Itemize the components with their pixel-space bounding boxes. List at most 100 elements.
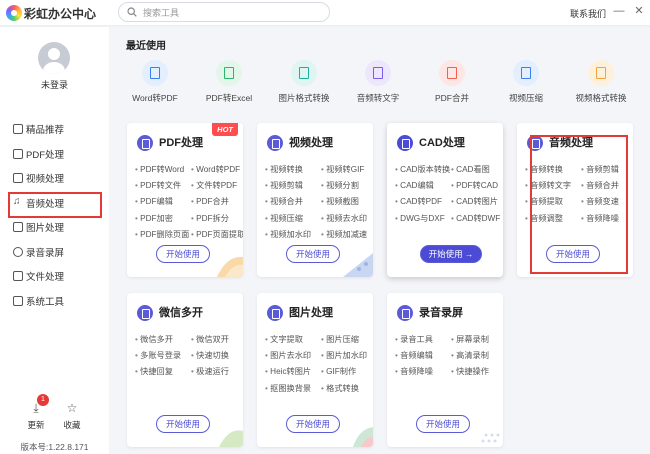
feature-item[interactable]: 视频加减速 xyxy=(321,228,373,240)
feature-item[interactable]: 视频压缩 xyxy=(265,212,321,224)
feature-item[interactable]: 视频转换 xyxy=(265,163,321,175)
feature-item[interactable]: 视频分割 xyxy=(321,179,373,191)
avatar[interactable] xyxy=(38,42,70,74)
start-button[interactable]: 开始使用 xyxy=(286,245,340,263)
card-image[interactable]: 图片处理 文字提取 图片压缩 图片去水印 图片加水印 Heic转图片 GIF制作… xyxy=(257,293,373,447)
start-button[interactable]: 开始使用 xyxy=(286,415,340,433)
feature-item[interactable]: PDF拆分 xyxy=(191,212,243,224)
feature-item[interactable]: 音频降噪 xyxy=(581,212,633,224)
feature-item[interactable]: 视频加水印 xyxy=(265,228,321,240)
feature-item[interactable]: CAD转DWF xyxy=(451,212,503,224)
feature-item[interactable]: Heic转图片 xyxy=(265,365,321,377)
recent-tool-pdf-merge[interactable]: PDF合并 xyxy=(415,60,489,104)
feature-item[interactable]: 音频调整 xyxy=(525,212,581,224)
recent-tool-video-convert[interactable]: 视频格式转换 xyxy=(564,60,638,104)
feature-item[interactable]: CAD转PDF xyxy=(395,195,451,207)
feature-item[interactable]: 图片加水印 xyxy=(321,349,373,361)
feature-item[interactable]: Word转PDF xyxy=(191,163,243,175)
card-audio[interactable]: 音频处理 音频转换 音频剪辑 音频转文字 音频合并 音频提取 音频变速 音频调整… xyxy=(517,123,633,277)
feature-item[interactable]: PDF页面提取 xyxy=(191,228,243,240)
feature-item[interactable]: PDF编辑 xyxy=(135,195,191,207)
sidebar-item-file[interactable]: 文件处理 xyxy=(0,264,109,289)
start-button[interactable]: 开始使用 xyxy=(546,245,600,263)
start-button[interactable]: 开始使用 xyxy=(416,415,470,433)
feature-item[interactable]: 音频转文字 xyxy=(525,179,581,191)
recent-tool-video-compress[interactable]: 视频压缩 xyxy=(489,60,563,104)
feature-item[interactable]: 视频剪辑 xyxy=(265,179,321,191)
feature-item[interactable]: CAD编辑 xyxy=(395,179,451,191)
sidebar-item-system[interactable]: 系统工具 xyxy=(0,289,109,314)
start-button[interactable]: 开始使用 xyxy=(156,245,210,263)
feature-item[interactable]: 微信多开 xyxy=(135,333,191,345)
feature-item[interactable]: 视频截图 xyxy=(321,195,373,207)
feature-item[interactable]: PDF删除页面 xyxy=(135,228,191,240)
feature-item[interactable]: 抠图换背景 xyxy=(265,382,321,394)
feature-item[interactable]: 音频转换 xyxy=(525,163,581,175)
feature-item[interactable]: 格式转换 xyxy=(321,382,373,394)
feature-item[interactable]: 快速切换 xyxy=(191,349,243,361)
update-button[interactable]: 1 ⤓ 更新 xyxy=(24,394,49,431)
feature-item[interactable]: 微信双开 xyxy=(191,333,243,345)
feature-item[interactable]: 图片去水印 xyxy=(265,349,321,361)
feature-item[interactable]: 多账号登录 xyxy=(135,349,191,361)
feature-item[interactable]: 录音工具 xyxy=(395,333,451,345)
contact-us-link[interactable]: 联系我们 xyxy=(570,7,606,20)
feature-item[interactable]: 快捷回复 xyxy=(135,365,191,377)
search-box[interactable] xyxy=(118,2,330,22)
card-title: CAD处理 xyxy=(419,137,465,149)
feature-item[interactable]: 音频剪辑 xyxy=(581,163,633,175)
card-record[interactable]: 录音录屏 录音工具 屏幕录制 音频编辑 高清录制 音频降噪 快捷操作 开始使用 xyxy=(387,293,503,447)
feature-item[interactable]: 屏幕录制 xyxy=(451,333,503,345)
search-input[interactable] xyxy=(143,6,323,19)
close-button[interactable]: ✕ xyxy=(632,4,646,18)
recent-tool-pdf-to-excel[interactable]: PDF转Excel xyxy=(192,60,266,104)
feature-item[interactable]: GIF制作 xyxy=(321,365,373,377)
feature-item[interactable]: 极速运行 xyxy=(191,365,243,377)
feature-list: 录音工具 屏幕录制 音频编辑 高清录制 音频降噪 快捷操作 xyxy=(395,333,503,377)
sidebar-item-pdf[interactable]: PDF处理 xyxy=(0,142,109,167)
sidebar-item-featured[interactable]: 精品推荐 xyxy=(0,117,109,142)
feature-item[interactable]: PDF加密 xyxy=(135,212,191,224)
login-status[interactable]: 未登录 xyxy=(0,78,109,91)
feature-item[interactable]: 音频降噪 xyxy=(395,365,451,377)
feature-item[interactable]: 视频合并 xyxy=(265,195,321,207)
feature-item[interactable]: 文字提取 xyxy=(265,333,321,345)
feature-item[interactable]: CAD转图片 xyxy=(451,195,503,207)
feature-item[interactable]: 图片压缩 xyxy=(321,333,373,345)
sidebar-item-label: 文件处理 xyxy=(26,272,65,284)
feature-item[interactable]: 视频去水印 xyxy=(321,212,373,224)
feature-item[interactable]: 快捷操作 xyxy=(451,365,503,377)
recent-tool-audio-to-text[interactable]: 音频转文字 xyxy=(341,60,415,104)
feature-item[interactable]: PDF转CAD xyxy=(451,179,503,191)
start-button[interactable]: 开始使用 xyxy=(156,415,210,433)
feature-item[interactable]: CAD看图 xyxy=(451,163,503,175)
feature-item[interactable]: 音频提取 xyxy=(525,195,581,207)
favorite-button[interactable]: ☆ 收藏 xyxy=(60,401,84,431)
feature-item[interactable]: PDF合并 xyxy=(191,195,243,207)
card-wechat[interactable]: 微信多开 微信多开 微信双开 多账号登录 快速切换 快捷回复 极速运行 开始使用 xyxy=(127,293,243,447)
feature-item[interactable]: DWG与DXF xyxy=(395,212,451,224)
sidebar-item-label: 视频处理 xyxy=(26,174,65,186)
feature-item[interactable]: 文件转PDF xyxy=(191,179,243,191)
sidebar-item-image[interactable]: 图片处理 xyxy=(0,215,109,240)
card-video[interactable]: 视频处理 视频转换 视频转GIF 视频剪辑 视频分割 视频合并 视频截图 视频压… xyxy=(257,123,373,277)
book-icon xyxy=(13,124,23,134)
sidebar-item-audio[interactable]: ♫ 音频处理 xyxy=(0,191,109,217)
start-button[interactable]: 开始使用 → xyxy=(420,245,482,263)
sidebar-item-video[interactable]: 视频处理 xyxy=(0,166,109,191)
recent-tool-image-convert[interactable]: 图片格式转换 xyxy=(267,60,341,104)
feature-item[interactable]: PDF转Word xyxy=(135,163,191,175)
music-icon: ♫ xyxy=(13,195,21,207)
card-pdf[interactable]: PDF处理 HOT PDF转Word Word转PDF PDF转文件 文件转PD… xyxy=(127,123,243,277)
recent-tool-word-to-pdf[interactable]: Word转PDF xyxy=(118,60,192,104)
feature-item[interactable]: CAD版本转换 xyxy=(395,163,451,175)
feature-item[interactable]: 音频变速 xyxy=(581,195,633,207)
feature-item[interactable]: 音频合并 xyxy=(581,179,633,191)
feature-item[interactable]: 高清录制 xyxy=(451,349,503,361)
sidebar-item-record[interactable]: 录音录屏 xyxy=(0,240,109,265)
feature-item[interactable]: PDF转文件 xyxy=(135,179,191,191)
minimize-button[interactable]: — xyxy=(612,4,626,18)
feature-item[interactable]: 音频编辑 xyxy=(395,349,451,361)
card-cad[interactable]: CAD处理 CAD版本转换 CAD看图 CAD编辑 PDF转CAD CAD转PD… xyxy=(387,123,503,277)
feature-item[interactable]: 视频转GIF xyxy=(321,163,373,175)
